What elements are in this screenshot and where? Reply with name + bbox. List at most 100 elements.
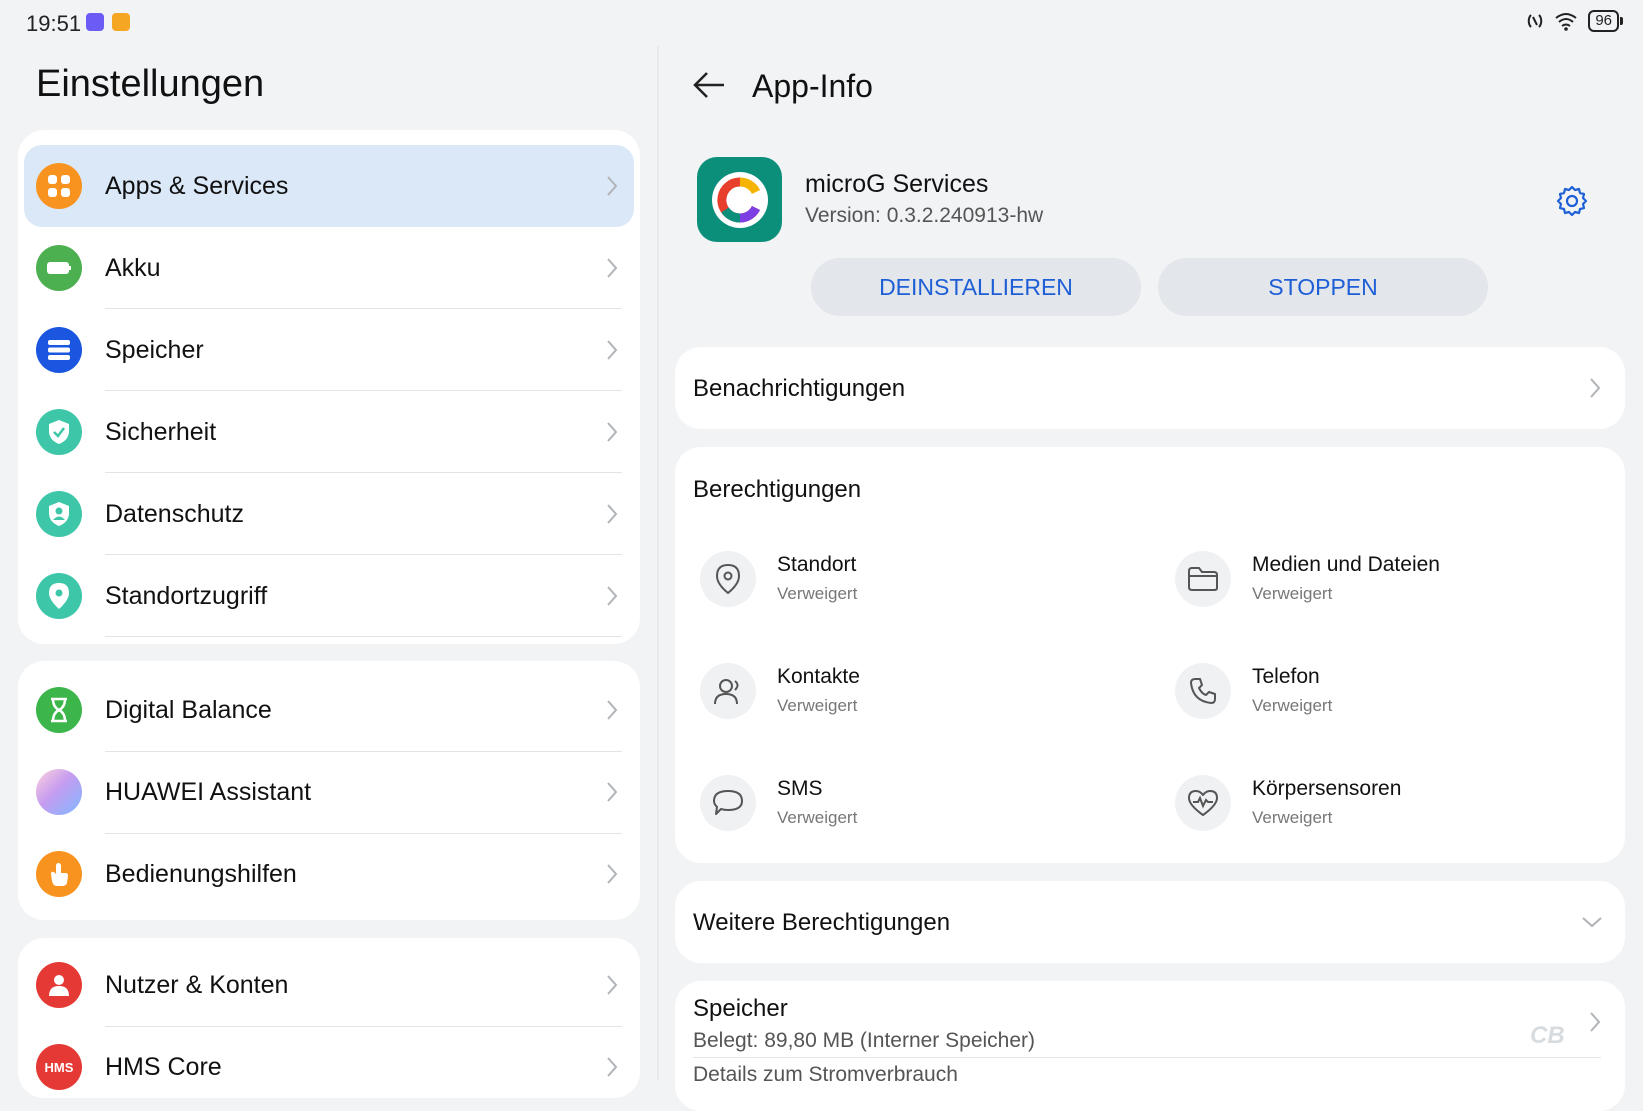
storage-used: Belegt: 89,80 MB (Interner Speicher)	[693, 1029, 1036, 1052]
permission-status: Verweigert	[1252, 696, 1333, 715]
permission-name: Körpersensoren	[1252, 777, 1402, 800]
hand-icon	[36, 851, 82, 897]
settings-item-apps-services[interactable]: Apps & Services	[24, 145, 634, 227]
chevron-right-icon	[607, 504, 618, 524]
chevron-right-icon	[607, 340, 618, 360]
pane-divider	[657, 46, 659, 1080]
app-version: Version: 0.3.2.240913-hw	[805, 204, 1044, 227]
permission-status: Verweigert	[777, 696, 858, 715]
settings-group-1: Apps & Services Akku Speicher Sicherheit…	[18, 130, 640, 644]
settings-item-label: Speicher	[105, 336, 204, 364]
settings-item-akku[interactable]: Akku	[18, 227, 640, 309]
gear-icon[interactable]	[1556, 185, 1588, 217]
permission-kontakte[interactable]: Kontakte Verweigert	[700, 663, 1120, 733]
battery-level: 96	[1588, 10, 1619, 32]
permission-name: Kontakte	[777, 665, 860, 688]
storage-card[interactable]: Speicher Belegt: 89,80 MB (Interner Spei…	[675, 981, 1625, 1111]
status-time: 19:51	[26, 11, 82, 36]
chevron-right-icon	[607, 586, 618, 606]
privacy-icon	[36, 491, 82, 537]
permission-koerpersensoren[interactable]: Körpersensoren Verweigert	[1175, 775, 1595, 845]
chevron-right-icon	[607, 975, 618, 995]
notification-app-icon	[86, 13, 104, 31]
chevron-right-icon	[607, 422, 618, 442]
back-arrow-icon[interactable]	[692, 70, 726, 100]
permission-name: SMS	[777, 777, 823, 800]
settings-item-standortzugriff[interactable]: Standortzugriff	[18, 555, 640, 637]
status-bar: 19:51 96	[0, 0, 1643, 46]
settings-item-label: Akku	[105, 254, 161, 282]
settings-item-label: Standortzugriff	[105, 582, 268, 610]
notification-app-icon-2	[112, 13, 130, 31]
battery-indicator: 96	[1588, 10, 1623, 32]
storage-title: Speicher	[693, 995, 788, 1022]
settings-item-label: Bedienungshilfen	[105, 860, 297, 888]
settings-item-bedienungshilfen[interactable]: Bedienungshilfen	[18, 833, 640, 915]
hourglass-icon	[36, 687, 82, 733]
chevron-right-icon	[607, 1057, 618, 1077]
location-icon	[36, 573, 82, 619]
assistant-icon	[36, 769, 82, 815]
more-permissions-label: Weitere Berechtigungen	[693, 909, 951, 936]
settings-item-huawei-assistant[interactable]: HUAWEI Assistant	[18, 751, 640, 833]
permission-name: Medien und Dateien	[1252, 553, 1440, 576]
permission-standort[interactable]: Standort Verweigert	[700, 551, 1120, 621]
app-info-title: App-Info	[752, 68, 873, 104]
app-icon	[697, 157, 782, 242]
settings-title: Einstellungen	[36, 63, 265, 105]
chevron-right-icon	[607, 782, 618, 802]
hms-badge: HMS	[44, 1059, 74, 1075]
notifications-row[interactable]: Benachrichtigungen	[675, 347, 1625, 429]
chevron-down-icon	[1582, 917, 1602, 928]
settings-item-label: Digital Balance	[105, 696, 272, 724]
settings-item-datenschutz[interactable]: Datenschutz	[18, 473, 640, 555]
permission-name: Standort	[777, 553, 857, 576]
nfc-icon	[1528, 14, 1543, 28]
watermark: CB	[1530, 1022, 1565, 1049]
chevron-right-icon	[607, 176, 618, 196]
settings-item-label: Sicherheit	[105, 418, 217, 446]
settings-group-3: Nutzer & Konten HMS HMS Core	[18, 938, 640, 1098]
wifi-icon	[1555, 13, 1577, 31]
permission-status: Verweigert	[1252, 584, 1333, 603]
uninstall-button[interactable]: DEINSTALLIEREN	[811, 258, 1141, 316]
contacts-icon	[700, 663, 756, 719]
settings-group-2: Digital Balance HUAWEI Assistant Bedienu…	[18, 661, 640, 920]
user-icon	[36, 962, 82, 1008]
more-permissions-row[interactable]: Weitere Berechtigungen	[675, 881, 1625, 963]
chevron-right-icon	[1590, 378, 1601, 398]
settings-item-digital-balance[interactable]: Digital Balance	[18, 669, 640, 751]
sms-icon	[700, 775, 756, 831]
permission-status: Verweigert	[1252, 808, 1333, 827]
settings-item-label: Apps & Services	[105, 172, 289, 200]
permission-status: Verweigert	[777, 584, 858, 603]
hms-icon: HMS	[36, 1044, 82, 1090]
settings-item-hms-core[interactable]: HMS HMS Core	[18, 1026, 640, 1108]
notifications-label: Benachrichtigungen	[693, 375, 906, 402]
permissions-title: Berechtigungen	[693, 476, 862, 503]
permission-status: Verweigert	[777, 808, 858, 827]
chevron-right-icon	[607, 864, 618, 884]
settings-item-label: Datenschutz	[105, 500, 244, 528]
stop-button[interactable]: STOPPEN	[1158, 258, 1488, 316]
permission-medien-dateien[interactable]: Medien und Dateien Verweigert	[1175, 551, 1595, 621]
settings-item-label: Nutzer & Konten	[105, 971, 289, 999]
settings-item-speicher[interactable]: Speicher	[18, 309, 640, 391]
storage-divider	[693, 1057, 1601, 1058]
apps-icon	[36, 163, 82, 209]
settings-item-sicherheit[interactable]: Sicherheit	[18, 391, 640, 473]
settings-item-label: HUAWEI Assistant	[105, 778, 312, 806]
power-details-label[interactable]: Details zum Stromverbrauch	[693, 1063, 958, 1087]
chevron-right-icon	[607, 700, 618, 720]
chevron-right-icon	[607, 258, 618, 278]
permission-sms[interactable]: SMS Verweigert	[700, 775, 1120, 845]
shield-icon	[36, 409, 82, 455]
battery-icon	[36, 245, 82, 291]
settings-item-label: HMS Core	[105, 1053, 222, 1081]
permissions-card: Berechtigungen Standort Verweigert Medie…	[675, 447, 1625, 863]
permission-telefon[interactable]: Telefon Verweigert	[1175, 663, 1595, 733]
permission-name: Telefon	[1252, 665, 1320, 688]
settings-item-nutzer-konten[interactable]: Nutzer & Konten	[18, 944, 640, 1026]
location-pin-icon	[700, 551, 756, 607]
phone-icon	[1175, 663, 1231, 719]
